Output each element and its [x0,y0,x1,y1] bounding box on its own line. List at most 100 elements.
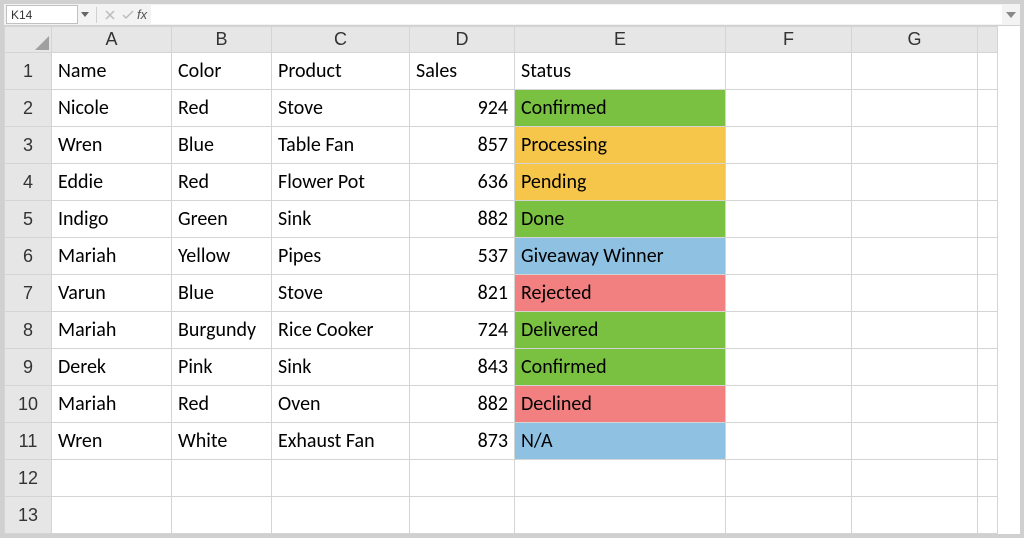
expand-formula-bar-icon[interactable] [1002,12,1020,18]
cell-C4[interactable]: Flower Pot [272,164,410,201]
cell-D5[interactable]: 882 [410,201,515,238]
col-header-D[interactable]: D [410,27,515,53]
cell-A9[interactable]: Derek [52,349,172,386]
cell[interactable] [52,497,172,534]
cell-E4[interactable]: Pending [515,164,726,201]
cell-D8[interactable]: 724 [410,312,515,349]
cell[interactable] [852,497,978,534]
cell-D1[interactable]: Sales [410,53,515,90]
cell[interactable] [726,312,852,349]
cell-B5[interactable]: Green [172,201,272,238]
cell-B8[interactable]: Burgundy [172,312,272,349]
cell-A3[interactable]: Wren [52,127,172,164]
cell[interactable] [726,349,852,386]
cell[interactable] [852,386,978,423]
cell[interactable] [852,460,978,497]
cell-E5[interactable]: Done [515,201,726,238]
cell[interactable] [726,127,852,164]
row-header-1[interactable]: 1 [5,53,52,90]
row-header-9[interactable]: 9 [5,349,52,386]
cell[interactable] [172,497,272,534]
cell[interactable] [515,460,726,497]
cell-C3[interactable]: Table Fan [272,127,410,164]
cell-C8[interactable]: Rice Cooker [272,312,410,349]
col-header-C[interactable]: C [272,27,410,53]
cell[interactable] [726,238,852,275]
cell[interactable] [978,386,998,423]
cell[interactable] [852,349,978,386]
cell[interactable] [515,497,726,534]
cell[interactable] [978,423,998,460]
cell[interactable] [726,90,852,127]
cell[interactable] [172,460,272,497]
cell-E2[interactable]: Confirmed [515,90,726,127]
cell-E1[interactable]: Status [515,53,726,90]
cell-C6[interactable]: Pipes [272,238,410,275]
cell-A5[interactable]: Indigo [52,201,172,238]
row-header-7[interactable]: 7 [5,275,52,312]
cell[interactable] [978,497,998,534]
cell-F1[interactable] [726,53,852,90]
cell-C11[interactable]: Exhaust Fan [272,423,410,460]
row-header-4[interactable]: 4 [5,164,52,201]
cell[interactable] [852,201,978,238]
cell-E3[interactable]: Processing [515,127,726,164]
row-header-5[interactable]: 5 [5,201,52,238]
cell[interactable] [726,164,852,201]
cell-E9[interactable]: Confirmed [515,349,726,386]
row-header-12[interactable]: 12 [5,460,52,497]
cell-D2[interactable]: 924 [410,90,515,127]
cell-B10[interactable]: Red [172,386,272,423]
cell-C1[interactable]: Product [272,53,410,90]
cell[interactable] [410,460,515,497]
cell-B2[interactable]: Red [172,90,272,127]
cell[interactable] [410,497,515,534]
cell[interactable] [272,497,410,534]
confirm-icon[interactable] [119,10,137,20]
cell-E6[interactable]: Giveaway Winner [515,238,726,275]
cell[interactable] [978,53,998,90]
cell-A6[interactable]: Mariah [52,238,172,275]
cell[interactable] [852,90,978,127]
cell[interactable] [852,164,978,201]
col-header-E[interactable]: E [515,27,726,53]
cell-C10[interactable]: Oven [272,386,410,423]
cell-B11[interactable]: White [172,423,272,460]
col-header-partial[interactable] [978,27,998,53]
cell-B6[interactable]: Yellow [172,238,272,275]
cell-C5[interactable]: Sink [272,201,410,238]
cell-E8[interactable]: Delivered [515,312,726,349]
cell[interactable] [978,127,998,164]
cell[interactable] [978,164,998,201]
cell[interactable] [852,275,978,312]
cell-B9[interactable]: Pink [172,349,272,386]
cell[interactable] [852,312,978,349]
cell[interactable] [978,90,998,127]
cell[interactable] [978,460,998,497]
cell-D10[interactable]: 882 [410,386,515,423]
row-header-13[interactable]: 13 [5,497,52,534]
fx-icon[interactable]: fx [137,7,147,22]
cell-D6[interactable]: 537 [410,238,515,275]
row-header-3[interactable]: 3 [5,127,52,164]
cell-A8[interactable]: Mariah [52,312,172,349]
spreadsheet-grid[interactable]: A B C D E F G 1 Name Color Product Sales… [4,26,1020,534]
cell-D11[interactable]: 873 [410,423,515,460]
cell-D4[interactable]: 636 [410,164,515,201]
cell[interactable] [726,460,852,497]
row-header-2[interactable]: 2 [5,90,52,127]
row-header-6[interactable]: 6 [5,238,52,275]
cell[interactable] [726,275,852,312]
cell[interactable] [726,386,852,423]
name-box-dropdown-icon[interactable] [78,12,92,17]
cell-B4[interactable]: Red [172,164,272,201]
cell-B1[interactable]: Color [172,53,272,90]
cell-C7[interactable]: Stove [272,275,410,312]
col-header-F[interactable]: F [726,27,852,53]
cell-E7[interactable]: Rejected [515,275,726,312]
cell[interactable] [726,423,852,460]
cell-A1[interactable]: Name [52,53,172,90]
cell-A2[interactable]: Nicole [52,90,172,127]
cell-D9[interactable]: 843 [410,349,515,386]
cell[interactable] [978,238,998,275]
